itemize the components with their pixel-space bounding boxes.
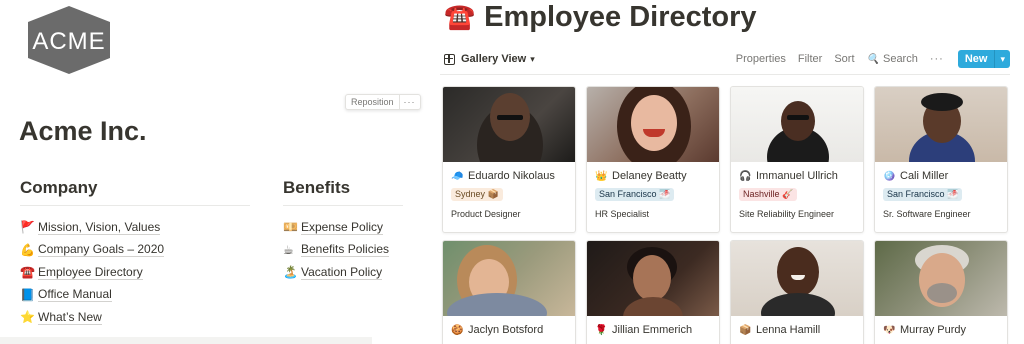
link-label: Office Manual (38, 287, 112, 303)
left-panel: ACME Acme Inc. Company 🚩 Mission, Vision,… (0, 0, 403, 344)
link-label: Vacation Policy (301, 264, 383, 280)
cap-icon: 🧢 (451, 170, 464, 182)
employee-name: Immanuel Ullrich (756, 170, 838, 182)
employee-name: Lenna Hamill (756, 324, 821, 336)
crown-icon: 👑 (595, 170, 608, 182)
gallery-card[interactable]: 🧢 Eduardo Nikolaus Sydney 📦 Product Desig… (442, 86, 576, 233)
mirror-ball-icon: 🪩 (883, 170, 896, 182)
properties-button[interactable]: Properties (736, 53, 786, 65)
location-tag: Sydney 📦 (451, 188, 503, 201)
employee-role: Site Reliability Engineer (739, 209, 835, 219)
telephone-icon: ☎️ (20, 265, 35, 280)
search-label: Search (882, 53, 918, 65)
employee-name: Jaclyn Botsford (468, 324, 544, 336)
bottom-divider (0, 337, 372, 344)
employee-name: Murray Purdy (900, 324, 967, 336)
card-more-button[interactable]: ··· (398, 95, 420, 109)
link-label: Expense Policy (301, 219, 384, 235)
flexed-biceps-icon: 💪 (20, 242, 35, 257)
money-icon: 💴 (283, 220, 298, 235)
location-tag: Nashville 🎸 (739, 188, 798, 201)
link-expense-policy[interactable]: 💴 Expense Policy (283, 216, 403, 239)
dog-icon: 🐶 (883, 324, 896, 336)
benefits-heading: Benefits (283, 178, 403, 206)
profile-photo (587, 241, 719, 316)
link-whats-new[interactable]: ⭐ What’s New (20, 306, 250, 329)
company-title: Acme Inc. (19, 116, 147, 146)
link-employee-directory[interactable]: ☎️ Employee Directory (20, 261, 250, 284)
page-title-text: Employee Directory (484, 1, 757, 33)
profile-photo (731, 241, 863, 316)
gallery-card[interactable]: 👑 Delaney Beatty San Francisco 🌁 HR Speci… (586, 86, 720, 233)
profile-photo (443, 87, 575, 162)
employee-role: Sr. Software Engineer (883, 209, 971, 219)
search-button[interactable]: 🔍 Search (867, 53, 918, 65)
flag-icon: 🚩 (20, 220, 35, 235)
rose-icon: 🌹 (595, 324, 608, 336)
profile-photo (731, 87, 863, 162)
blue-book-icon: 📘 (20, 287, 35, 302)
gallery-view-button[interactable]: Gallery View ▾ (444, 53, 535, 65)
sort-button[interactable]: Sort (834, 53, 854, 65)
gallery-card[interactable]: 🐶 Murray Purdy (874, 240, 1008, 344)
benefits-section: Benefits 💴 Expense Policy ☕ Benefits Polic… (283, 178, 403, 284)
employee-name: Eduardo Nikolaus (468, 170, 555, 182)
link-mission[interactable]: 🚩 Mission, Vision, Values (20, 216, 250, 239)
link-label: Mission, Vision, Values (38, 219, 161, 235)
card-hover-menu: Reposition ··· (345, 94, 421, 110)
database-toolbar: Gallery View ▾ Properties Filter Sort 🔍 S… (444, 48, 1010, 70)
page-title: ☎️ Employee Directory (444, 1, 757, 34)
employee-name: Cali Miller (900, 170, 949, 182)
telephone-icon: ☎️ (444, 3, 476, 31)
employee-role: HR Specialist (595, 209, 650, 219)
cookie-icon: 🍪 (451, 324, 464, 336)
toolbar-divider (440, 74, 1010, 75)
link-label: What’s New (38, 309, 102, 325)
new-dropdown-chevron[interactable]: ▾ (994, 50, 1010, 68)
company-links: 🚩 Mission, Vision, Values 💪 Company Goals … (20, 216, 250, 329)
desert-island-icon: 🏝️ (283, 265, 298, 280)
new-button-label[interactable]: New (957, 50, 995, 68)
new-button[interactable]: New ▾ (957, 50, 1010, 68)
link-label: Employee Directory (38, 264, 143, 280)
package-icon: 📦 (739, 324, 752, 336)
toolbar-actions: Properties Filter Sort 🔍 Search ··· New ▾ (724, 50, 1010, 68)
profile-photo (443, 241, 575, 316)
headphones-icon: 🎧 (739, 170, 752, 182)
link-company-goals[interactable]: 💪 Company Goals – 2020 (20, 239, 250, 262)
profile-photo (875, 241, 1007, 316)
employee-name: Jillian Emmerich (612, 324, 693, 336)
employee-role: Product Designer (451, 209, 521, 219)
gallery-card[interactable]: 🪩 Cali Miller San Francisco 🌁 Sr. Softwar… (874, 86, 1008, 233)
gallery-card[interactable]: 🎧 Immanuel Ullrich Nashville 🎸 Site Relia… (730, 86, 864, 233)
view-label: Gallery View (461, 53, 527, 65)
link-label: Benefits Policies (301, 242, 390, 258)
location-tag: San Francisco 🌁 (595, 188, 675, 201)
gallery-card[interactable]: 🍪 Jaclyn Botsford (442, 240, 576, 344)
search-icon: 🔍 (866, 53, 879, 65)
link-benefits-policies[interactable]: ☕ Benefits Policies (283, 239, 403, 262)
link-label: Company Goals – 2020 (38, 242, 165, 258)
profile-photo (875, 87, 1007, 162)
benefits-links: 💴 Expense Policy ☕ Benefits Policies 🏝️ Vac… (283, 216, 403, 284)
link-office-manual[interactable]: 📘 Office Manual (20, 284, 250, 307)
employee-name: Delaney Beatty (612, 170, 687, 182)
more-options-button[interactable]: ··· (930, 53, 944, 65)
company-section: Company 🚩 Mission, Vision, Values 💪 Compan… (20, 178, 250, 329)
location-tag: San Francisco 🌁 (883, 188, 963, 201)
company-heading: Company (20, 178, 250, 206)
gallery-grid-icon (444, 53, 455, 65)
star-icon: ⭐ (20, 310, 35, 325)
coffee-icon: ☕ (283, 242, 294, 257)
reposition-button[interactable]: Reposition (346, 95, 399, 109)
profile-photo (587, 87, 719, 162)
link-vacation-policy[interactable]: 🏝️ Vacation Policy (283, 261, 403, 284)
filter-button[interactable]: Filter (798, 53, 822, 65)
gallery-card[interactable]: 🌹 Jillian Emmerich (586, 240, 720, 344)
gallery-card[interactable]: 📦 Lenna Hamill (730, 240, 864, 344)
acme-logo: ACME (28, 6, 110, 74)
chevron-down-icon: ▾ (530, 53, 535, 64)
logo-text: ACME (32, 28, 105, 55)
